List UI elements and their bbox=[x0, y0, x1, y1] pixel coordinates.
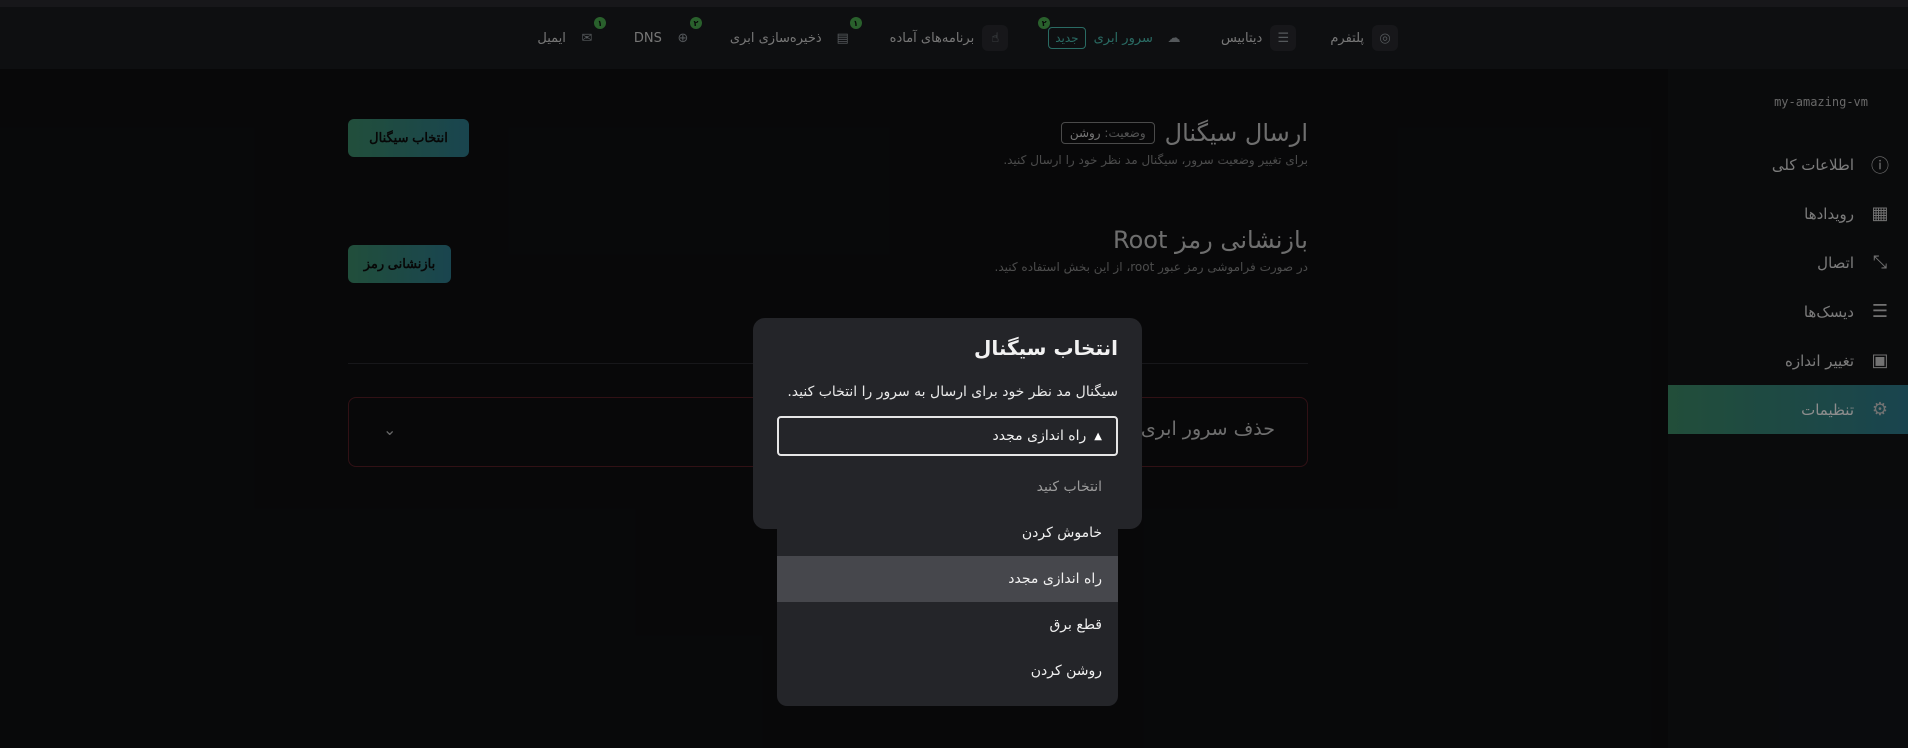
dropdown-option[interactable]: راه اندازی مجدد bbox=[777, 556, 1118, 602]
dropdown-placeholder: انتخاب کنید bbox=[1036, 479, 1102, 495]
signal-select[interactable]: ▲ راه اندازی مجدد bbox=[777, 416, 1118, 456]
caret-up-icon: ▲ bbox=[1094, 430, 1102, 442]
modal-description: سیگنال مد نظر خود برای ارسال به سرور را … bbox=[787, 384, 1118, 400]
dropdown-option[interactable]: روشن کردن bbox=[777, 648, 1118, 694]
dropdown-option[interactable]: قطع برق bbox=[777, 602, 1118, 648]
signal-select-value: راه اندازی مجدد bbox=[992, 428, 1087, 444]
dropdown-option[interactable]: خاموش کردن bbox=[777, 510, 1118, 556]
modal-title: انتخاب سیگنال bbox=[973, 336, 1118, 360]
